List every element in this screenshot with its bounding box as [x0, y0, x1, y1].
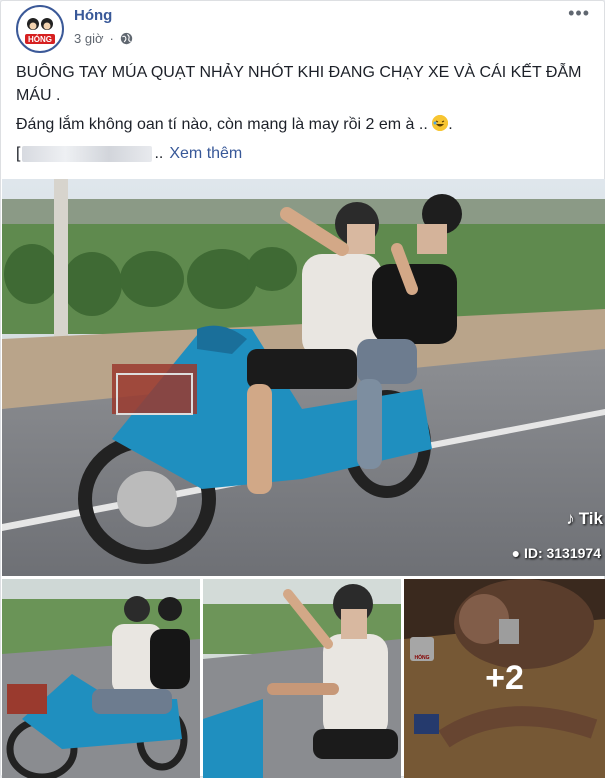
- post-card: HÓNG Hóng 3 giờ · ••• BUÔNG TAY MÚA QUẠT…: [0, 0, 605, 778]
- caption-headline: BUÔNG TAY MÚA QUẠT NHẢY NHÓT KHI ĐANG CH…: [16, 64, 582, 104]
- motorbike-riders-photo: [2, 179, 605, 576]
- caption-bracket: [: [16, 145, 21, 162]
- photo-thumbnail-1[interactable]: [2, 579, 200, 778]
- timestamp[interactable]: 3 giờ: [74, 31, 104, 46]
- tiktok-id-text: ID: 3131974: [523, 545, 601, 561]
- tiktok-icon: ♪: [566, 509, 575, 528]
- main-photo[interactable]: ♪ Tik ● ID: 3131974: [2, 179, 605, 576]
- riders-thumbnail-2: [203, 579, 401, 778]
- caption-period: .: [448, 116, 453, 133]
- caption-body: Đáng lắm không oan tí nào, còn mạng là m…: [16, 115, 453, 134]
- author-name[interactable]: Hóng: [74, 7, 112, 24]
- tiktok-id: ● ID: 3131974: [512, 545, 601, 561]
- more-photos-count: +2: [485, 659, 524, 697]
- more-options-icon[interactable]: •••: [568, 3, 590, 24]
- see-more-link[interactable]: Xem thêm: [169, 145, 242, 163]
- caption-ellipsis: ..: [154, 145, 164, 162]
- user-icon: ●: [511, 545, 521, 561]
- caption-body-text: Đáng lắm không oan tí nào, còn mạng là m…: [16, 116, 428, 133]
- post-meta: 3 giờ ·: [74, 31, 133, 46]
- page-avatar[interactable]: HÓNG: [16, 5, 64, 53]
- blurred-text: [22, 146, 153, 162]
- tiktok-watermark: ♪ Tik: [566, 509, 603, 529]
- meta-separator: ·: [109, 31, 114, 46]
- svg-text:HÓNG: HÓNG: [28, 35, 52, 44]
- caption-truncated: [ .. Xem thêm: [16, 145, 242, 163]
- riders-thumbnail-1: [2, 579, 200, 778]
- globe-icon[interactable]: [120, 32, 133, 45]
- photo-thumbnail-3[interactable]: HÓNG +2: [404, 579, 605, 778]
- tiktok-watermark-text: Tik: [578, 509, 603, 528]
- hong-logo-icon: HÓNG: [19, 8, 61, 50]
- photo-thumbnail-2[interactable]: [203, 579, 401, 778]
- laughing-emoji-icon: [432, 115, 449, 131]
- more-photos-overlay[interactable]: +2: [404, 579, 605, 778]
